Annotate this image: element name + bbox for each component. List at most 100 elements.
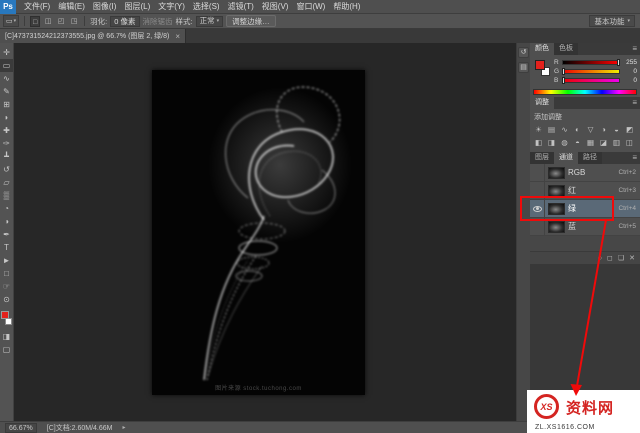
load-selection-icon[interactable]: ○	[598, 252, 602, 265]
document-tab[interactable]: [C]473731524212373555.jpg @ 66.7% (图层 2,…	[0, 29, 186, 43]
healing-brush-tool[interactable]: ✚	[0, 124, 13, 137]
tab-color[interactable]: 颜色	[530, 43, 554, 55]
new-channel-icon[interactable]: ❏	[618, 252, 624, 265]
brush-tool[interactable]: ✑	[0, 137, 13, 150]
dodge-tool[interactable]: ◑	[0, 215, 13, 228]
brightness-contrast-icon[interactable]: ☀	[532, 123, 545, 136]
slider-knob[interactable]	[562, 68, 565, 75]
background-color-swatch[interactable]	[5, 318, 12, 325]
history-panel-icon[interactable]: ↺	[518, 47, 529, 58]
color-balance-icon[interactable]: ◒	[610, 123, 623, 136]
color-lookup-icon[interactable]: ◍	[558, 136, 571, 149]
blur-tool[interactable]: ◔	[0, 202, 13, 215]
panel-menu-icon[interactable]: ≡	[632, 152, 640, 164]
menu-file[interactable]: 文件(F)	[20, 0, 54, 14]
slider-knob[interactable]	[562, 77, 565, 84]
menu-help[interactable]: 帮助(H)	[329, 0, 364, 14]
screen-mode-button[interactable]: ▢	[0, 343, 13, 356]
channel-row-blue[interactable]: 蓝 Ctrl+5	[530, 218, 640, 236]
panel-menu-icon[interactable]: ≡	[632, 97, 640, 109]
vibrance-icon[interactable]: ▽	[584, 123, 597, 136]
channel-mixer-icon[interactable]: ◨	[545, 136, 558, 149]
eye-icon	[533, 206, 542, 212]
menu-type[interactable]: 文字(Y)	[154, 0, 189, 14]
selective-color-icon[interactable]: ◫	[623, 136, 636, 149]
green-value[interactable]: 0	[622, 68, 637, 75]
tab-layers[interactable]: 图层	[530, 152, 554, 164]
foreground-color-swatch[interactable]	[535, 60, 545, 70]
channel-row-red[interactable]: 红 Ctrl+3	[530, 182, 640, 200]
type-tool[interactable]: T	[0, 241, 13, 254]
tab-adjustments[interactable]: 调整	[530, 97, 554, 109]
tab-swatches[interactable]: 色板	[554, 43, 578, 55]
panel-menu-icon[interactable]: ≡	[632, 43, 640, 55]
save-selection-icon[interactable]: ◻	[607, 252, 613, 265]
curves-icon[interactable]: ∿	[558, 123, 571, 136]
status-options-arrow-icon[interactable]: ▸	[123, 424, 126, 431]
black-white-icon[interactable]: ◩	[623, 123, 636, 136]
hue-saturation-icon[interactable]: ◑	[597, 123, 610, 136]
lasso-tool[interactable]: ∿	[0, 72, 13, 85]
path-selection-tool[interactable]: ►	[0, 254, 13, 267]
channel-row-green[interactable]: 绿 Ctrl+4	[530, 200, 640, 218]
menu-view[interactable]: 视图(V)	[258, 0, 293, 14]
visibility-toggle[interactable]	[530, 218, 545, 236]
document-canvas[interactable]: 图片来源 stock.tuchong.com	[152, 70, 365, 395]
invert-icon[interactable]: ◓	[571, 136, 584, 149]
tab-paths[interactable]: 路径	[578, 152, 602, 164]
menu-image[interactable]: 图像(I)	[89, 0, 121, 14]
pen-tool[interactable]: ✒	[0, 228, 13, 241]
zoom-tool[interactable]: ⊙	[0, 293, 13, 306]
menu-layer[interactable]: 图层(L)	[120, 0, 154, 14]
move-tool[interactable]: ✛	[0, 46, 13, 59]
green-slider[interactable]	[562, 69, 620, 74]
tab-channels[interactable]: 通道	[554, 152, 578, 164]
visibility-toggle[interactable]	[530, 164, 545, 182]
menu-select[interactable]: 选择(S)	[189, 0, 224, 14]
visibility-toggle[interactable]	[530, 200, 545, 218]
eyedropper-tool[interactable]: ◗	[0, 111, 13, 124]
color-spectrum-bar[interactable]	[533, 89, 637, 95]
quick-selection-tool[interactable]: ✎	[0, 85, 13, 98]
feather-input[interactable]: 0 像素	[110, 16, 139, 27]
properties-panel-icon[interactable]: ▤	[518, 62, 529, 73]
zoom-level-field[interactable]: 66.67%	[5, 423, 37, 433]
crop-tool[interactable]: ⊞	[0, 98, 13, 111]
threshold-icon[interactable]: ◪	[597, 136, 610, 149]
subtract-from-selection-icon[interactable]: ◰	[56, 16, 66, 27]
rectangular-marquee-tool[interactable]: ▭	[0, 59, 13, 72]
close-icon[interactable]: ×	[175, 32, 180, 41]
gradient-map-icon[interactable]: ▥	[610, 136, 623, 149]
blue-value[interactable]: 0	[622, 77, 637, 84]
quick-mask-button[interactable]: ◨	[0, 330, 13, 343]
blue-slider[interactable]	[562, 78, 620, 83]
anti-alias-checkbox[interactable]: 消除锯齿	[143, 16, 173, 27]
add-to-selection-icon[interactable]: ◫	[43, 16, 53, 27]
red-slider[interactable]	[562, 60, 620, 65]
history-brush-tool[interactable]: ↺	[0, 163, 13, 176]
delete-channel-icon[interactable]: ✕	[629, 252, 635, 265]
eraser-tool[interactable]: ▱	[0, 176, 13, 189]
foreground-color-swatch[interactable]	[1, 311, 9, 319]
channel-row-rgb[interactable]: RGB Ctrl+2	[530, 164, 640, 182]
shape-tool[interactable]: □	[0, 267, 13, 280]
workspace-switcher[interactable]: 基本功能 ▾	[589, 15, 635, 27]
hand-tool[interactable]: ☞	[0, 280, 13, 293]
new-selection-icon[interactable]: □	[30, 16, 40, 27]
visibility-toggle[interactable]	[530, 182, 545, 200]
exposure-icon[interactable]: ◐	[571, 123, 584, 136]
menu-edit[interactable]: 编辑(E)	[54, 0, 89, 14]
levels-icon[interactable]: ▤	[545, 123, 558, 136]
refine-edge-button[interactable]: 调整边缘…	[226, 15, 276, 27]
intersect-selection-icon[interactable]: ◳	[69, 16, 79, 27]
gradient-tool[interactable]: ▒	[0, 189, 13, 202]
tool-preset-picker[interactable]: ▭ ▾	[3, 15, 19, 27]
menu-window[interactable]: 窗口(W)	[292, 0, 329, 14]
menu-filter[interactable]: 滤镜(T)	[224, 0, 258, 14]
slider-knob[interactable]	[617, 59, 620, 66]
posterize-icon[interactable]: ▦	[584, 136, 597, 149]
style-dropdown[interactable]: 正常 ▾	[196, 16, 224, 27]
photo-filter-icon[interactable]: ◧	[532, 136, 545, 149]
clone-stamp-tool[interactable]: ┻	[0, 150, 13, 163]
red-value[interactable]: 255	[622, 59, 637, 66]
